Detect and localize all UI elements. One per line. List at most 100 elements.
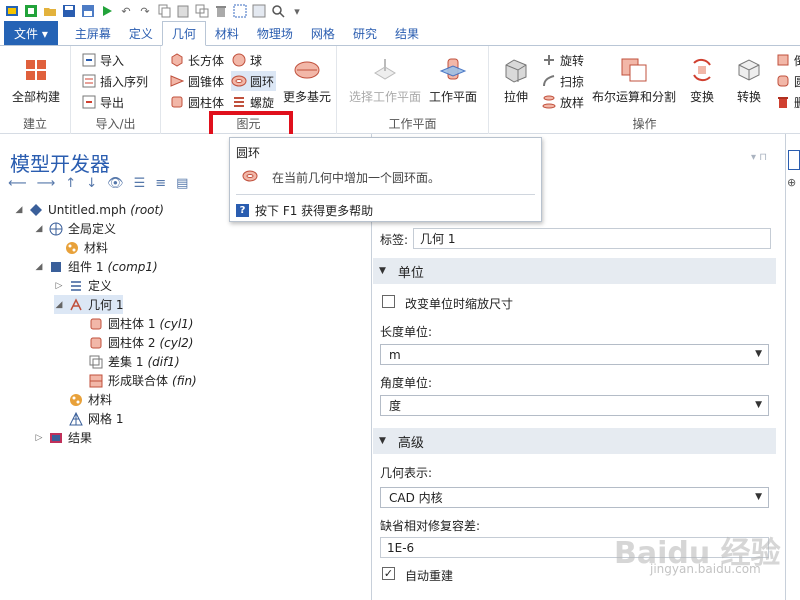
select-icon[interactable] [232, 3, 248, 19]
work-plane-button[interactable]: 工作平面 [429, 56, 477, 105]
save-icon[interactable] [61, 3, 77, 19]
torus-button[interactable]: 圆环 [231, 71, 277, 91]
undo-icon[interactable]: ↶ [118, 3, 134, 19]
tree-row-cylinder-1[interactable]: 圆柱体 1 (cyl1) [88, 314, 193, 333]
geometry-icon [68, 297, 84, 312]
forward-arrow-icon[interactable]: ⟶ [37, 176, 56, 191]
cone-button[interactable]: 圆锥体 [169, 71, 224, 91]
booleans-button[interactable]: 布尔运算和分割 [592, 56, 676, 105]
tree-tag: (comp1) [107, 259, 158, 274]
collapse-toggle-icon[interactable]: ◢ [14, 205, 24, 215]
tree-row-global-definitions[interactable]: ◢ 全局定义 [34, 219, 116, 238]
search-icon[interactable] [270, 3, 286, 19]
copy-icon[interactable] [156, 3, 172, 19]
insert-sequence-button[interactable]: 插入序列 [81, 71, 148, 91]
dropdown-icon[interactable]: ▾ [289, 3, 305, 19]
loft-button[interactable]: 放样 [541, 92, 584, 112]
import-button[interactable]: 导入 [81, 50, 124, 70]
run-icon[interactable] [99, 3, 115, 19]
advanced-section-header[interactable]: ▼ 高级 [373, 428, 776, 454]
revolve-label: 旋转 [560, 53, 585, 68]
tab-results[interactable]: 结果 [386, 21, 428, 45]
tab-file[interactable]: 文件 ▾ [4, 21, 58, 45]
results-icon [48, 431, 64, 445]
angular-unit-select[interactable]: 度 ▼ [380, 395, 769, 416]
partial-button-1[interactable]: 倒 [775, 50, 800, 70]
revolve-icon [541, 53, 557, 67]
partial-button-2[interactable]: 圆 [775, 71, 800, 91]
collapse-toggle-icon[interactable]: ◢ [34, 262, 44, 272]
tab-study[interactable]: 研究 [344, 21, 386, 45]
tree-row-global-materials[interactable]: 材料 [64, 238, 108, 257]
build-all-icon [21, 56, 51, 84]
app-icon [4, 3, 20, 19]
tree-row-form-union[interactable]: 形成联合体 (fin) [88, 371, 197, 390]
geometry-rep-select[interactable]: CAD 内核 ▼ [380, 487, 769, 508]
cylinder-button[interactable]: 圆柱体 [169, 92, 224, 112]
tab-definitions[interactable]: 定义 [120, 21, 162, 45]
more-primitives-icon [292, 56, 322, 84]
panel-menu-icon[interactable]: ▾ ⊓ [751, 152, 767, 163]
length-unit-select[interactable]: m ▼ [380, 344, 769, 365]
zoom-in-icon[interactable]: ⊕ [787, 176, 796, 189]
tree-row-mesh[interactable]: 网格 1 [68, 409, 123, 428]
tree-row-results[interactable]: ▷ 结果 [34, 428, 92, 447]
sphere-button[interactable]: 球 [231, 50, 262, 70]
new-icon[interactable] [23, 3, 39, 19]
tab-home[interactable]: 主屏幕 [66, 21, 120, 45]
save-as-icon[interactable] [80, 3, 96, 19]
up-arrow-icon[interactable]: ↑ [65, 176, 76, 191]
extrude-button[interactable]: 拉伸 [501, 56, 531, 105]
collapse-toggle-icon[interactable]: ◢ [54, 300, 64, 310]
export-button[interactable]: 导出 [81, 92, 124, 112]
scale-checkbox[interactable] [382, 295, 395, 308]
delete-icon[interactable] [213, 3, 229, 19]
transforms-icon [687, 56, 717, 84]
tab-geometry[interactable]: 几何 [161, 21, 206, 46]
tree-label: 全局定义 [68, 222, 117, 236]
expand-icon[interactable]: ☰ [134, 176, 146, 191]
revolve-button[interactable]: 旋转 [541, 50, 584, 70]
tree-row-geometry[interactable]: ◢ 几何 1 [54, 295, 124, 314]
menu-icon[interactable]: ▤ [176, 176, 188, 191]
angular-unit-caption: 角度单位: [380, 376, 433, 390]
helix-button[interactable]: 螺旋 [231, 92, 274, 112]
expand-toggle-icon[interactable]: ▷ [54, 281, 64, 291]
block-button[interactable]: 长方体 [169, 50, 224, 70]
auto-rebuild-checkbox[interactable]: ✓ [382, 567, 395, 580]
tree-row-difference[interactable]: 差集 1 (dif1) [88, 352, 180, 371]
sweep-label: 扫掠 [560, 74, 585, 89]
label-field[interactable]: 几何 1 [413, 228, 771, 249]
tree-row-cylinder-2[interactable]: 圆柱体 2 (cyl2) [88, 333, 193, 352]
tab-materials[interactable]: 材料 [206, 21, 248, 45]
tab-mesh[interactable]: 网格 [302, 21, 344, 45]
sphere-icon [231, 53, 247, 67]
zoom-icon[interactable] [251, 3, 267, 19]
down-arrow-icon[interactable]: ↓ [86, 176, 97, 191]
tree-row-root[interactable]: ◢ Untitled.mph (root) [14, 200, 164, 219]
partial-button-3[interactable]: 删 [775, 92, 800, 112]
eye-icon[interactable]: 👁 [107, 176, 124, 191]
tree-row-definitions[interactable]: ▷ 定义 [54, 276, 112, 295]
build-all-button[interactable]: 全部构建 [12, 56, 60, 105]
expand-toggle-icon[interactable]: ▷ [34, 433, 44, 443]
back-arrow-icon[interactable]: ⟵ [8, 176, 27, 191]
graphics-tab-icon[interactable] [788, 150, 800, 170]
collapse-toggle-icon[interactable]: ◢ [34, 224, 44, 234]
duplicate-icon[interactable] [194, 3, 210, 19]
more-primitives-button[interactable]: 更多基元 [283, 56, 331, 105]
collapse-icon[interactable]: ≡ [155, 176, 166, 191]
tree-row-materials[interactable]: 材料 [68, 390, 112, 409]
open-icon[interactable] [42, 3, 58, 19]
sweep-button[interactable]: 扫掠 [541, 71, 584, 91]
paste-icon[interactable] [175, 3, 191, 19]
redo-icon[interactable]: ↷ [137, 3, 153, 19]
units-section-header[interactable]: ▼ 单位 [373, 258, 776, 284]
conversions-button[interactable]: 转换 [734, 56, 764, 105]
transforms-button[interactable]: 变换 [687, 56, 717, 105]
tooltip-divider [236, 194, 535, 195]
units-section-label: 单位 [397, 265, 424, 281]
tree-row-component[interactable]: ◢ 组件 1 (comp1) [34, 257, 158, 276]
select-work-plane-button[interactable]: 选择工作平面 [349, 56, 421, 105]
tab-physics[interactable]: 物理场 [248, 21, 302, 45]
